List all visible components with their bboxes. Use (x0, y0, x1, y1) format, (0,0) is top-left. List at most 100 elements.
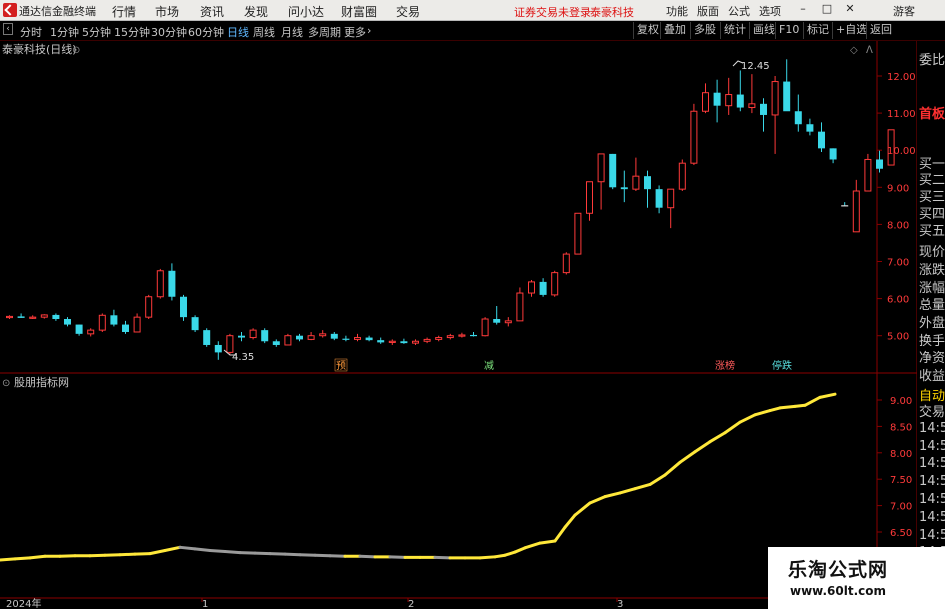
indicator-axis: 9.00 8.50 8.00 7.50 7.00 6.50 (877, 396, 912, 539)
event-tag-limit-up[interactable]: 涨榜 (715, 359, 735, 372)
indicator-segment (313, 553, 332, 558)
toolbar-stats[interactable]: 统计 (720, 22, 749, 39)
candle (574, 212, 582, 255)
period-daily[interactable]: 日线 (227, 24, 249, 40)
toolbar-multi-stock[interactable]: 多股 (690, 22, 719, 39)
event-tag-limit-down[interactable]: 停跌 (772, 359, 792, 372)
candle (214, 341, 222, 360)
app-title: 通达信金融终端 (19, 5, 96, 18)
panel-toggle-icon[interactable]: ‹ (3, 23, 13, 35)
side-panel-label: 首板 (919, 107, 945, 122)
menu-item-discover[interactable]: 发现 (244, 3, 268, 20)
toolbar-mark[interactable]: 标记 (803, 22, 832, 39)
indicator-toggle-icon[interactable]: ⊙ (2, 378, 10, 389)
period-intraday[interactable]: 分时 (20, 24, 42, 40)
candle (423, 337, 431, 344)
menu-item-news[interactable]: 资讯 (200, 3, 224, 20)
side-panel-label: 现价 (919, 245, 945, 260)
login-notice[interactable]: 证券交易未登录 (514, 4, 591, 20)
period-weekly[interactable]: 周线 (253, 24, 275, 40)
indicator-segment (178, 545, 197, 551)
indicator-segment (648, 473, 667, 486)
candle (528, 280, 535, 297)
indicator-segment (298, 553, 317, 557)
x-label-year: 2024年 (6, 597, 41, 609)
settings-icon[interactable]: ◇ (850, 45, 858, 56)
period-multi[interactable]: 多周期 (308, 24, 341, 40)
candle (678, 159, 686, 192)
ind-tick-label: 7.50 (890, 475, 912, 486)
menu-item-trade[interactable]: 交易 (396, 3, 420, 20)
watermark-title: 乐淘公式网 (788, 559, 889, 581)
indicator-segment (58, 554, 77, 558)
menu-item-markets[interactable]: 市场 (155, 3, 179, 20)
side-panel-label: 涨跌 (919, 263, 945, 278)
toolbar-back[interactable]: 返回 (866, 22, 895, 39)
indicator-series (0, 392, 837, 562)
menu-item-wealth-circle[interactable]: 财富圈 (341, 3, 377, 20)
y-tick-label: 10.00 (887, 146, 916, 157)
candle (458, 332, 466, 338)
collapse-icon[interactable]: ᐱ (866, 45, 873, 56)
indicator-segment (118, 552, 137, 557)
indicator-segment (103, 553, 122, 557)
indicator-segment (503, 550, 517, 557)
minimize-icon[interactable]: – (796, 2, 810, 16)
high-price-label: 12.45 (741, 61, 770, 72)
candle (156, 268, 164, 299)
period-monthly[interactable]: 月线 (281, 24, 303, 40)
candle (516, 287, 524, 322)
indicator-segment (0, 557, 17, 562)
period-1min[interactable]: 1分钟 (50, 24, 79, 40)
indicator-segment (738, 413, 757, 424)
toolbar-adjust[interactable]: 复权 (633, 22, 662, 39)
menu-item-ask[interactable]: 问小达 (288, 3, 324, 20)
candle (829, 148, 837, 164)
indicator-segment (768, 406, 782, 413)
candle (841, 202, 849, 207)
candle (736, 70, 744, 112)
period-5min[interactable]: 5分钟 (82, 24, 111, 40)
svg-text:涨榜: 涨榜 (715, 359, 735, 372)
candle (319, 330, 327, 338)
menu-item-market[interactable]: 行情 (112, 3, 136, 20)
ind-tick-label: 8.50 (890, 422, 912, 433)
candle (470, 331, 477, 337)
candle (133, 313, 141, 333)
candle (168, 263, 176, 301)
menu-item-formula[interactable]: 公式 (728, 3, 750, 19)
chevron-down-icon[interactable]: ⊙ (72, 45, 80, 56)
candle (412, 339, 419, 345)
toolbar-add-watchlist[interactable]: +自选 (832, 22, 870, 39)
candle (17, 313, 25, 318)
chevron-right-icon[interactable]: › (367, 24, 371, 37)
period-15min[interactable]: 15分钟 (114, 24, 150, 40)
indicator-segment (753, 409, 772, 417)
candle (771, 76, 779, 154)
candle (713, 79, 721, 123)
chart-area[interactable]: 泰豪科技(日线) ⊙ ◇ ᐱ ⊙ 股朋指标网 12.00 11.00 10.00 9.… (0, 41, 945, 609)
candle (620, 170, 628, 203)
indicator-segment (573, 501, 592, 517)
indicator-segment (678, 450, 697, 464)
maximize-icon[interactable]: □ (820, 2, 834, 16)
indicator-segment (253, 551, 272, 556)
candle (122, 320, 129, 334)
menu-item-function[interactable]: 功能 (666, 3, 688, 19)
toolbar-overlay[interactable]: 叠加 (660, 22, 689, 39)
candle (180, 294, 187, 321)
app-logo-icon (3, 3, 17, 17)
indicator-segment (28, 554, 47, 560)
toolbar-draw[interactable]: 画线 (749, 22, 778, 39)
period-60min[interactable]: 60分钟 (188, 24, 224, 40)
toolbar-f10[interactable]: F10 (775, 22, 802, 39)
event-tag-reduce[interactable]: 减 (484, 360, 494, 372)
event-tag-forecast[interactable]: 预 (334, 358, 348, 372)
period-more[interactable]: 更多 (344, 24, 366, 40)
user-label[interactable]: 游客 (893, 3, 915, 19)
close-icon[interactable]: ✕ (843, 2, 857, 16)
menu-item-options[interactable]: 选项 (759, 3, 781, 19)
period-30min[interactable]: 30分钟 (151, 24, 187, 40)
menu-item-layout[interactable]: 版面 (697, 3, 719, 19)
ind-tick-label: 8.00 (890, 449, 912, 460)
